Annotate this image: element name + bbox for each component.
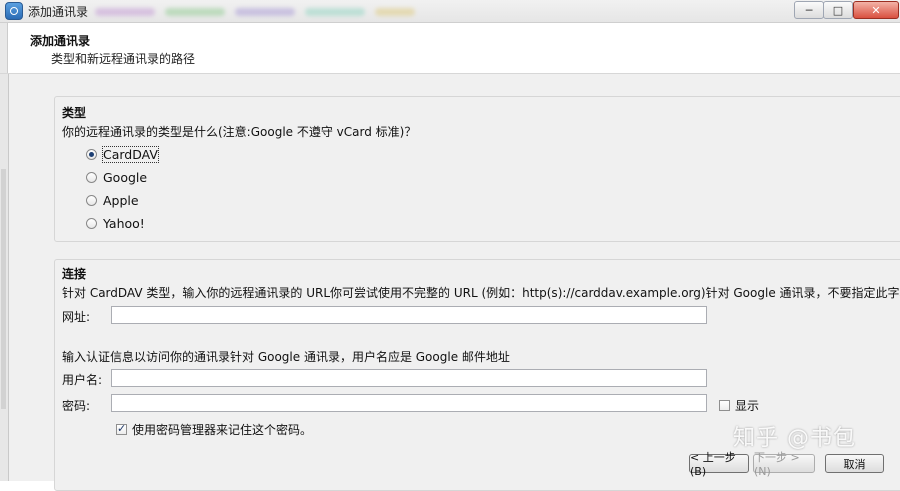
left-side-panel [0, 74, 9, 481]
radio-button-google[interactable] [86, 171, 97, 183]
password-manager-option[interactable]: 使用密码管理器来记住这个密码。 [116, 421, 312, 438]
url-input[interactable] [111, 306, 707, 324]
radio-label-carddav[interactable]: CardDAV [102, 145, 159, 163]
radio-google[interactable]: Google [86, 168, 147, 186]
connect-group-title: 连接 [62, 267, 87, 281]
type-group: 类型 你的远程通讯录的类型是什么(注意:Google 不遵守 vCard 标准)… [54, 96, 900, 242]
password-manager-label[interactable]: 使用密码管理器来记住这个密码。 [132, 421, 312, 438]
page-subtitle: 类型和新远程通讯录的路径 [51, 52, 196, 66]
show-password-option[interactable]: 显示 [719, 397, 759, 414]
maximize-button[interactable]: □ [823, 1, 853, 19]
password-label: 密码: [62, 399, 91, 413]
username-input[interactable] [111, 369, 707, 387]
type-group-title: 类型 [62, 106, 87, 120]
minimize-button[interactable]: ─ [794, 1, 824, 19]
app-icon [5, 2, 23, 20]
page-title: 添加通讯录 [30, 34, 91, 48]
header-left-strip [0, 23, 8, 73]
back-button[interactable]: < 上一步(B) [689, 451, 749, 478]
radio-label-google[interactable]: Google [103, 170, 147, 185]
auth-hint: 输入认证信息以访问你的通讯录针对 Google 通讯录，用户名应是 Google… [62, 350, 510, 364]
title-bar: 添加通讯录 ─ □ ✕ [0, 0, 900, 23]
password-input[interactable] [111, 394, 707, 412]
password-manager-checkbox[interactable] [116, 422, 127, 435]
show-password-label[interactable]: 显示 [735, 397, 759, 414]
radio-carddav[interactable]: CardDAV [86, 145, 159, 163]
radio-label-apple[interactable]: Apple [103, 193, 139, 208]
radio-button-apple[interactable] [86, 194, 97, 206]
username-label: 用户名: [62, 373, 103, 387]
cancel-button[interactable]: 取消 [825, 454, 884, 473]
blurred-background-tabs [95, 8, 445, 16]
radio-yahoo[interactable]: Yahoo! [86, 214, 145, 232]
radio-button-carddav[interactable] [86, 148, 97, 160]
radio-label-yahoo[interactable]: Yahoo! [103, 216, 145, 231]
window-title: 添加通讯录 [28, 5, 89, 19]
url-label: 网址: [62, 310, 91, 324]
wizard-header: 添加通讯录 类型和新远程通讯录的路径 [0, 23, 900, 74]
connect-description: 针对 CardDAV 类型，输入你的远程通讯录的 URL你可尝试使用不完整的 U… [62, 286, 900, 300]
watermark: 知乎 @书包 [733, 426, 856, 451]
close-button[interactable]: ✕ [853, 1, 899, 19]
radio-button-yahoo[interactable] [86, 217, 97, 229]
show-password-checkbox[interactable] [719, 400, 730, 411]
radio-apple[interactable]: Apple [86, 191, 139, 209]
next-button[interactable]: 下一步 > (N) [753, 451, 815, 478]
type-question: 你的远程通讯录的类型是什么(注意:Google 不遵守 vCard 标准)？ [62, 125, 417, 139]
